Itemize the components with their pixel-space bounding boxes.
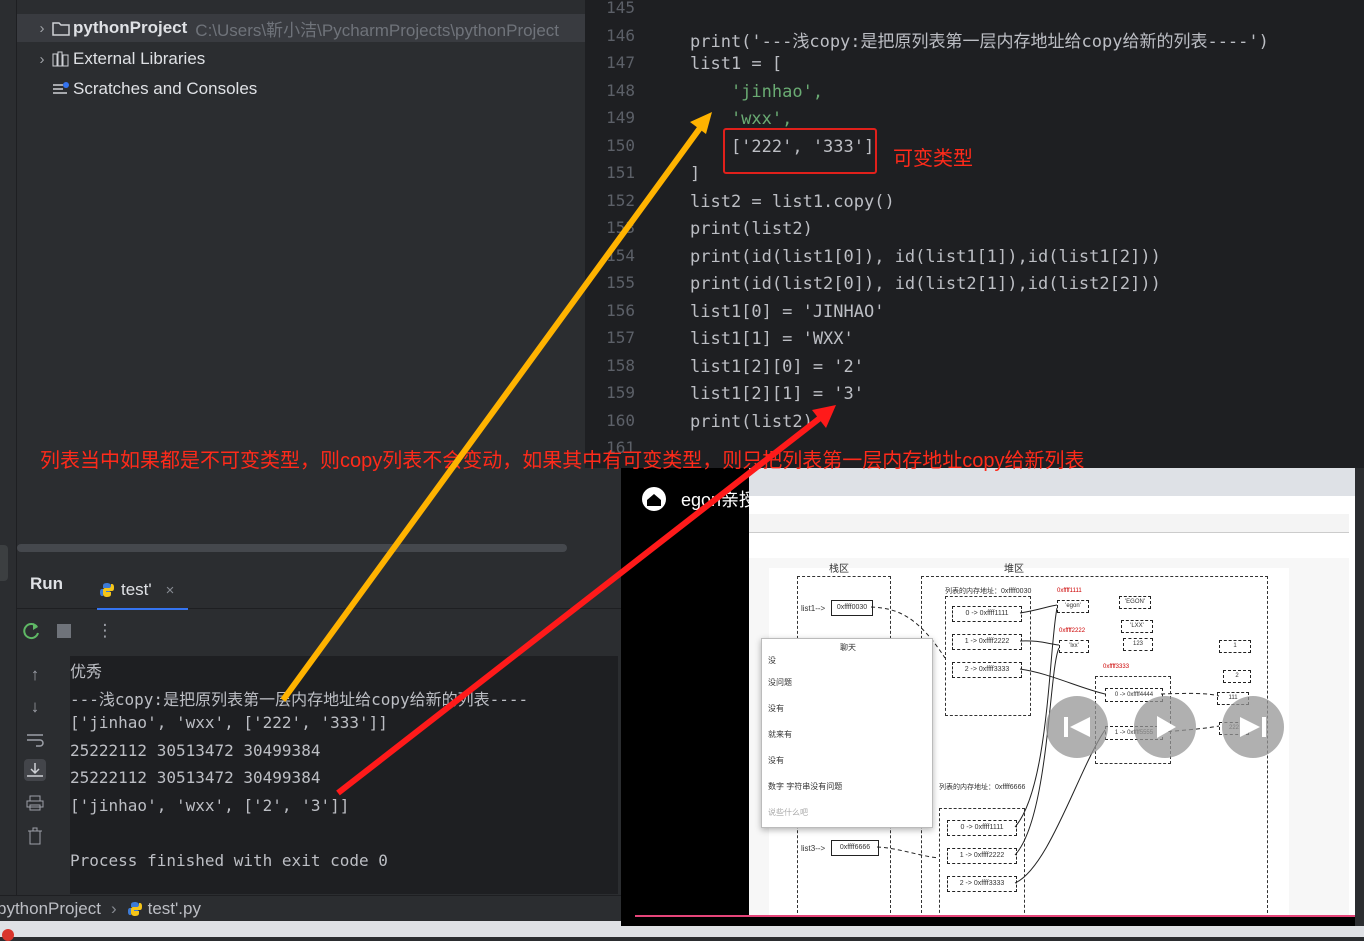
home-icon[interactable] xyxy=(641,486,667,517)
library-icon xyxy=(51,51,71,67)
code-line: list1[0] = 'JINHAO' xyxy=(690,301,885,322)
console-line: Process finished with exit code 0 xyxy=(70,850,388,870)
code-line: 'wxx', xyxy=(690,109,793,129)
tab-test[interactable]: test' × xyxy=(97,572,189,610)
line-number: 149 xyxy=(606,108,635,127)
stop-icon[interactable] xyxy=(53,620,75,642)
arrow-up-icon[interactable]: ↑ xyxy=(24,664,46,686)
left-tool-strip xyxy=(0,0,17,895)
print-icon[interactable] xyxy=(24,792,46,814)
video-screen-content: 栈区 堆区 list1--> 0xffff0030 list3--> 0xfff… xyxy=(749,468,1364,916)
status-bar: pythonProject › test'.py xyxy=(0,895,621,922)
python-icon xyxy=(99,582,115,598)
console-line: 25222112 30513472 30499384 xyxy=(70,768,321,787)
record-indicator-icon xyxy=(2,929,14,941)
trash-icon[interactable] xyxy=(24,825,46,847)
rerun-icon[interactable] xyxy=(21,620,43,642)
annotation-mutable-type: 可变类型 xyxy=(893,148,973,170)
mutable-highlight-box xyxy=(723,128,877,174)
line-number: 160 xyxy=(606,410,635,430)
chat-popup[interactable]: 聊天 没 没问题 没有 就来有 没有 数字 字符串没有问题 说些什么吧 xyxy=(761,638,933,828)
arrow-down-icon[interactable]: ↓ xyxy=(24,696,46,718)
strip-indicator xyxy=(0,545,8,581)
tree-item-label: External Libraries xyxy=(73,49,206,68)
close-icon[interactable]: × xyxy=(166,582,175,599)
line-number: 158 xyxy=(606,355,635,375)
scratches-icon xyxy=(51,81,71,97)
scroll-to-end-icon[interactable] xyxy=(24,759,46,781)
code-line: print(id(list2[0]), id(list2[1]),id(list… xyxy=(690,274,1161,294)
code-line: print(list2) xyxy=(690,411,813,432)
line-number: 157 xyxy=(606,328,635,347)
line-number: 154 xyxy=(606,245,635,265)
run-panel: Run test' × ⋮ ↑ ↓ 优秀 ---浅copy:是把原列表第一层内存… xyxy=(17,556,621,895)
line-number: 146 xyxy=(606,25,635,45)
code-line: list1 = [ xyxy=(690,54,783,74)
line-number: 151 xyxy=(606,163,635,182)
project-name: pythonProject xyxy=(73,18,188,37)
soft-wrap-icon[interactable] xyxy=(24,729,46,751)
next-icon[interactable] xyxy=(1222,696,1284,758)
chat-input[interactable]: 说些什么吧 xyxy=(768,807,808,818)
code-line: print(list2) xyxy=(690,219,813,239)
tree-item-scratches[interactable]: Scratches and Consoles xyxy=(17,75,257,103)
line-gutter: 145 146 147 148 149 150 151 152 153 154 155 156 157 1… xyxy=(585,0,685,468)
chat-item: 数字 字符串没有问题 xyxy=(768,782,843,791)
chat-item: 没有 xyxy=(768,756,784,765)
video-progress-bar[interactable] xyxy=(635,915,1364,917)
code-editor[interactable]: 145 146 147 148 149 150 151 152 153 154 155 156 157 1… xyxy=(585,0,1364,468)
tree-item-label: Scratches and Consoles xyxy=(73,79,258,98)
run-side-toolbar: ↑ ↓ xyxy=(17,652,57,895)
code-line: print('---浅copy:是把原列表第一层内存地址给copy给新的列表--… xyxy=(690,31,1269,52)
tree-item-external-libraries[interactable]: › External Libraries xyxy=(17,45,206,73)
line-number: 156 xyxy=(606,300,635,320)
right-edge-strip xyxy=(1355,468,1364,926)
project-path: C:\Users\靳小洁\PycharmProjects\pythonProje… xyxy=(195,20,560,40)
code-line: list1[2][1] = '3' xyxy=(690,384,864,404)
status-project[interactable]: pythonProject xyxy=(0,899,101,919)
line-number: 155 xyxy=(606,273,635,292)
line-number: 153 xyxy=(606,218,635,237)
console-line: ---浅copy:是把原列表第一层内存地址给copy给新的列表---- xyxy=(70,689,529,709)
horizontal-scrollbar[interactable] xyxy=(17,544,567,552)
status-file[interactable]: test'.py xyxy=(148,899,201,919)
console-line: ['jinhao', 'wxx', ['222', '333']] xyxy=(70,713,388,732)
console-line: 25222112 30513472 30499384 xyxy=(70,740,321,760)
folder-icon xyxy=(51,20,71,36)
line-number: 159 xyxy=(606,383,635,402)
more-options-icon[interactable]: ⋮ xyxy=(94,620,116,642)
tree-item-project[interactable]: › pythonProject C:\Users\靳小洁\PycharmProj… xyxy=(17,14,585,42)
chevron-right-icon[interactable]: › xyxy=(33,20,51,37)
run-title: Run xyxy=(30,574,64,593)
line-number: 152 xyxy=(606,190,635,210)
chat-item: 没问题 xyxy=(768,678,792,687)
line-number: 145 xyxy=(606,0,635,17)
line-number: 147 xyxy=(606,53,635,72)
annotation-main-note: 列表当中如果都是不可变类型，则copy列表不会变动，如果其中有可变类型，则只把列… xyxy=(40,450,1085,472)
chevron-right-icon[interactable]: › xyxy=(33,51,51,68)
code-line: list2 = list1.copy() xyxy=(690,191,895,212)
chat-title: 聊天 xyxy=(840,643,856,652)
video-player[interactable]: egon亲授python3.8开发全套（学完可就业） 栈区 堆区 list1--… xyxy=(621,468,1364,926)
python-file-icon xyxy=(127,901,143,917)
run-header: Run test' × xyxy=(17,556,621,610)
chevron-right-icon: › xyxy=(110,899,117,918)
chat-item: 没有 xyxy=(768,704,784,713)
code-line: 'jinhao', xyxy=(690,81,824,102)
previous-icon[interactable] xyxy=(1046,696,1108,758)
play-icon[interactable] xyxy=(1134,696,1196,758)
tab-label: test' xyxy=(121,580,152,599)
console-output[interactable]: 优秀 ---浅copy:是把原列表第一层内存地址给copy给新的列表---- ['j… xyxy=(70,656,618,894)
line-number: 148 xyxy=(606,80,635,100)
console-line: ['jinhao', 'wxx', ['2', '3']] xyxy=(70,795,350,815)
code-line: list1[2][0] = '2' xyxy=(690,356,864,377)
chat-item: 就来有 xyxy=(768,730,792,739)
code-line: list1[1] = 'WXX' xyxy=(690,329,854,349)
run-toolbar: ⋮ xyxy=(17,612,621,652)
code-line: print(id(list1[0]), id(list1[1]),id(list… xyxy=(690,246,1161,267)
console-line: 优秀 xyxy=(70,662,103,681)
line-number: 150 xyxy=(606,135,635,155)
code-line: ] xyxy=(690,164,701,184)
chat-item: 没 xyxy=(768,656,776,665)
